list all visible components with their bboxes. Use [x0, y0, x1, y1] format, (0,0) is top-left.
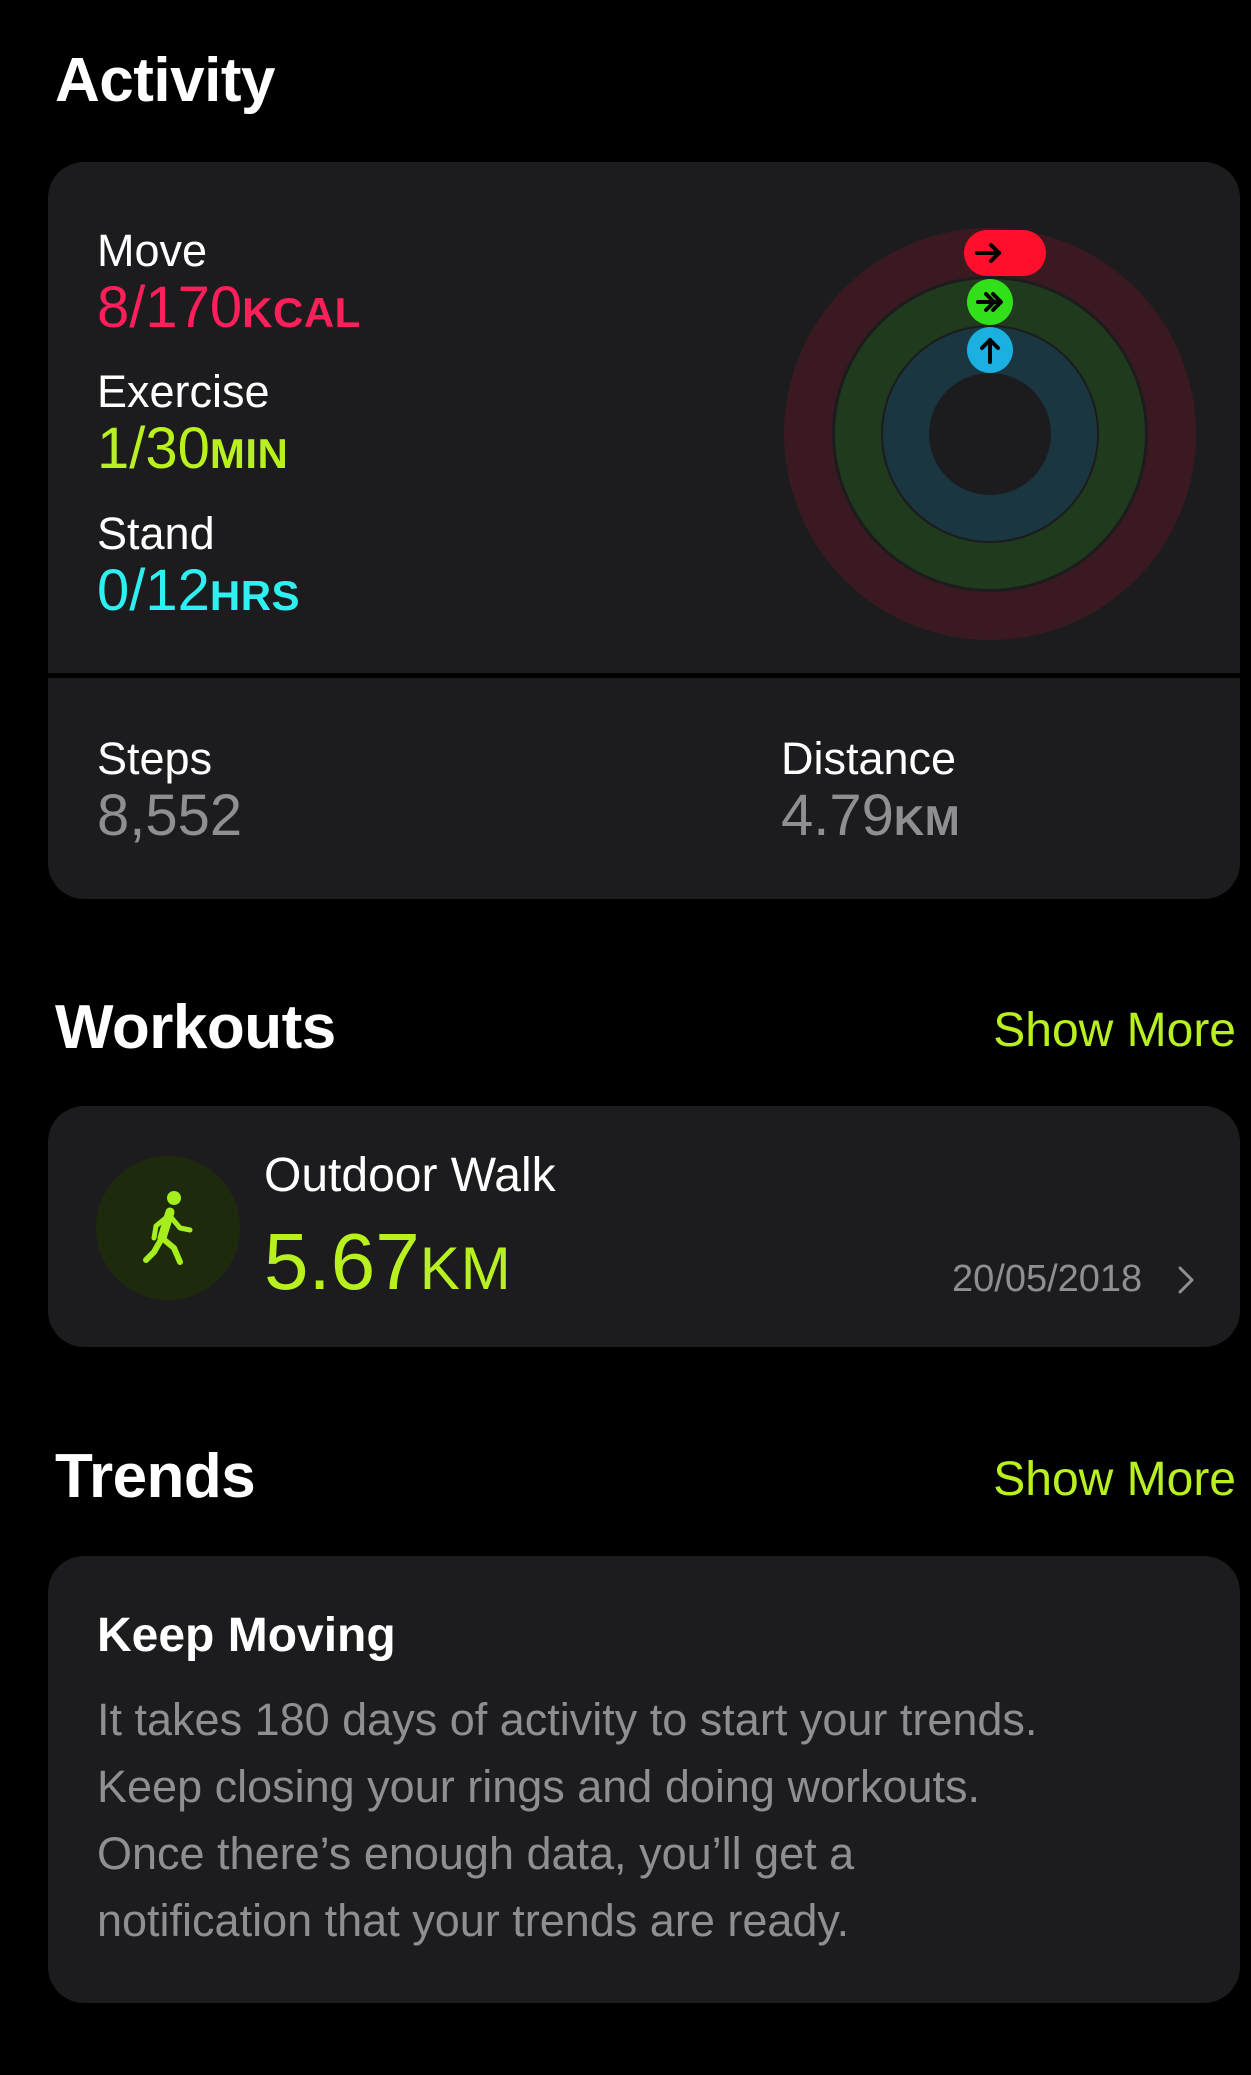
steps-label: Steps [97, 733, 213, 784]
move-metric: Move 8/170KCAL [97, 228, 361, 337]
walking-figure-icon [143, 1191, 193, 1265]
activity-card[interactable]: Move 8/170KCAL Exercise 1/30MIN Stand 0/… [48, 162, 1240, 899]
trends-card-title: Keep Moving [97, 1609, 396, 1662]
stand-label: Stand [97, 508, 215, 559]
steps-value: 8,552 [97, 783, 243, 848]
stand-metric: Stand 0/12HRS [97, 511, 300, 620]
chevron-right-icon [1178, 1266, 1194, 1294]
trends-body-line: notification that your trends are ready. [97, 1895, 850, 1946]
stand-value: 0/12HRS [97, 558, 301, 623]
move-label: Move [97, 225, 208, 276]
activity-rings[interactable] [780, 224, 1200, 644]
workouts-show-more-button[interactable]: Show More [993, 1003, 1236, 1058]
distance-metric: Distance 4.79KM [781, 736, 960, 845]
exercise-metric: Exercise 1/30MIN [97, 369, 288, 478]
trends-title: Trends [55, 1442, 256, 1511]
workouts-title: Workouts [55, 993, 336, 1062]
activity-divider [48, 673, 1240, 678]
trends-body-line: Once there’s enough data, you’ll get a [97, 1828, 855, 1879]
exercise-label: Exercise [97, 366, 270, 417]
workout-card-outdoor-walk[interactable]: Outdoor Walk 5.67KM 20/05/2018 [48, 1106, 1240, 1347]
trends-card[interactable]: Keep Moving It takes 180 days of activit… [48, 1556, 1240, 2003]
workout-date: 20/05/2018 [952, 1258, 1143, 1300]
workout-distance: 5.67KM [264, 1217, 512, 1306]
trends-body-line: Keep closing your rings and doing workou… [97, 1761, 981, 1812]
move-value: 8/170KCAL [97, 275, 361, 340]
steps-metric: Steps 8,552 [97, 736, 242, 845]
exercise-value: 1/30MIN [97, 416, 289, 481]
trends-card-body: It takes 180 days of activity to start y… [97, 1686, 1217, 1954]
trends-show-more-button[interactable]: Show More [993, 1452, 1236, 1507]
activity-title: Activity [55, 46, 275, 115]
workout-title: Outdoor Walk [264, 1149, 556, 1202]
stand-ring-track [883, 327, 1097, 541]
trends-body-line: It takes 180 days of activity to start y… [97, 1694, 1038, 1745]
workout-icon-badge [96, 1156, 240, 1300]
distance-label: Distance [781, 733, 957, 784]
distance-value: 4.79KM [781, 783, 961, 848]
